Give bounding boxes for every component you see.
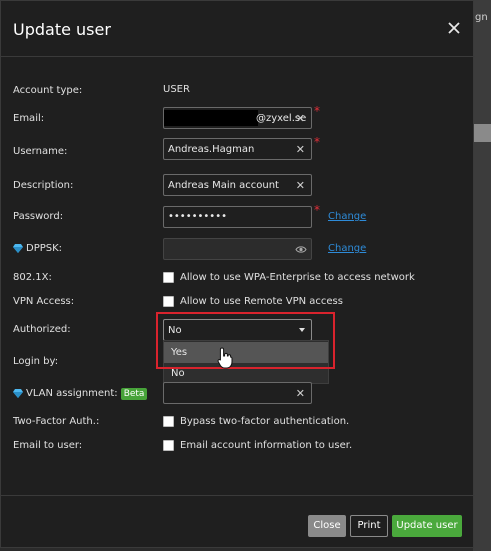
caret-down-icon <box>299 328 305 332</box>
print-button[interactable]: Print <box>350 515 388 537</box>
password-label: Password: <box>13 211 64 222</box>
gem-icon <box>13 389 23 398</box>
dialog-title: Update user <box>13 20 111 39</box>
required-mark: * <box>314 203 320 217</box>
clear-x-icon[interactable]: ✕ <box>296 112 305 125</box>
dppsk-label-text: DPPSK: <box>26 243 63 254</box>
password-change-link[interactable]: Change <box>328 211 366 222</box>
authorized-dropdown: Yes No <box>163 340 329 384</box>
email-field[interactable]: @zyxel.se ✕ <box>163 107 312 129</box>
email-to-user-label: Email to user: <box>13 440 83 451</box>
dialog-header: Update user <box>1 1 475 57</box>
two-factor-label: Two-Factor Auth.: <box>13 416 100 427</box>
authorized-option-no[interactable]: No <box>164 363 328 384</box>
dot1x-label: 802.1X: <box>13 272 52 283</box>
description-value: Andreas Main account <box>168 180 279 191</box>
username-value: Andreas.Hagman <box>168 144 255 155</box>
email-user-checkbox-label: Email account information to user. <box>180 440 353 451</box>
dppsk-change-link[interactable]: Change <box>328 243 366 254</box>
vpn-checkbox[interactable] <box>163 296 174 307</box>
authorized-option-yes[interactable]: Yes <box>164 342 328 363</box>
dppsk-label: DPPSK: <box>13 243 62 254</box>
dot1x-checkbox-label: Allow to use WPA-Enterprise to access ne… <box>180 272 415 283</box>
username-field[interactable]: Andreas.Hagman ✕ <box>163 138 312 160</box>
background-text: gn <box>475 12 488 23</box>
description-label: Description: <box>13 180 74 191</box>
gem-icon <box>13 244 23 253</box>
vpn-access-label: VPN Access: <box>13 296 75 307</box>
clear-x-icon[interactable]: ✕ <box>296 143 305 156</box>
email-user-checkbox[interactable] <box>163 440 174 451</box>
two-factor-checkbox-label: Bypass two-factor authentication. <box>180 416 350 427</box>
authorized-selected-value: No <box>168 325 182 336</box>
vlan-assignment-label-text: VLAN assignment: <box>26 388 118 399</box>
email-label: Email: <box>13 113 45 124</box>
password-value: •••••••••• <box>168 211 227 222</box>
required-mark: * <box>314 104 320 118</box>
authorized-select[interactable]: No <box>163 319 312 341</box>
beta-badge: Beta <box>120 388 148 400</box>
authorized-label: Authorized: <box>13 324 71 335</box>
background-panel: gn <box>473 0 491 551</box>
clear-x-icon[interactable]: ✕ <box>296 179 305 192</box>
background-scrollbar <box>473 124 491 142</box>
update-user-dialog: Update user Account type: USER Email: @z… <box>0 0 475 548</box>
required-mark: * <box>314 135 320 149</box>
vpn-checkbox-label: Allow to use Remote VPN access <box>180 296 343 307</box>
password-field[interactable]: •••••••••• <box>163 206 312 228</box>
close-button[interactable]: Close <box>308 515 346 537</box>
vlan-assignment-label: VLAN assignment: Beta <box>13 388 148 400</box>
update-user-button[interactable]: Update user <box>392 515 462 537</box>
vlan-field[interactable]: ✕ <box>163 382 312 404</box>
close-icon[interactable] <box>445 19 463 37</box>
dppsk-field[interactable] <box>163 238 312 260</box>
clear-x-icon[interactable]: ✕ <box>296 387 305 400</box>
description-field[interactable]: Andreas Main account ✕ <box>163 174 312 196</box>
email-redaction <box>164 110 258 126</box>
username-label: Username: <box>13 146 68 157</box>
two-factor-checkbox[interactable] <box>163 416 174 427</box>
eye-icon[interactable] <box>295 245 307 254</box>
account-type-value: USER <box>163 84 190 95</box>
account-type-label: Account type: <box>13 85 83 96</box>
dot1x-checkbox[interactable] <box>163 272 174 283</box>
login-by-label: Login by: <box>13 356 59 367</box>
hand-cursor-icon <box>217 347 233 369</box>
